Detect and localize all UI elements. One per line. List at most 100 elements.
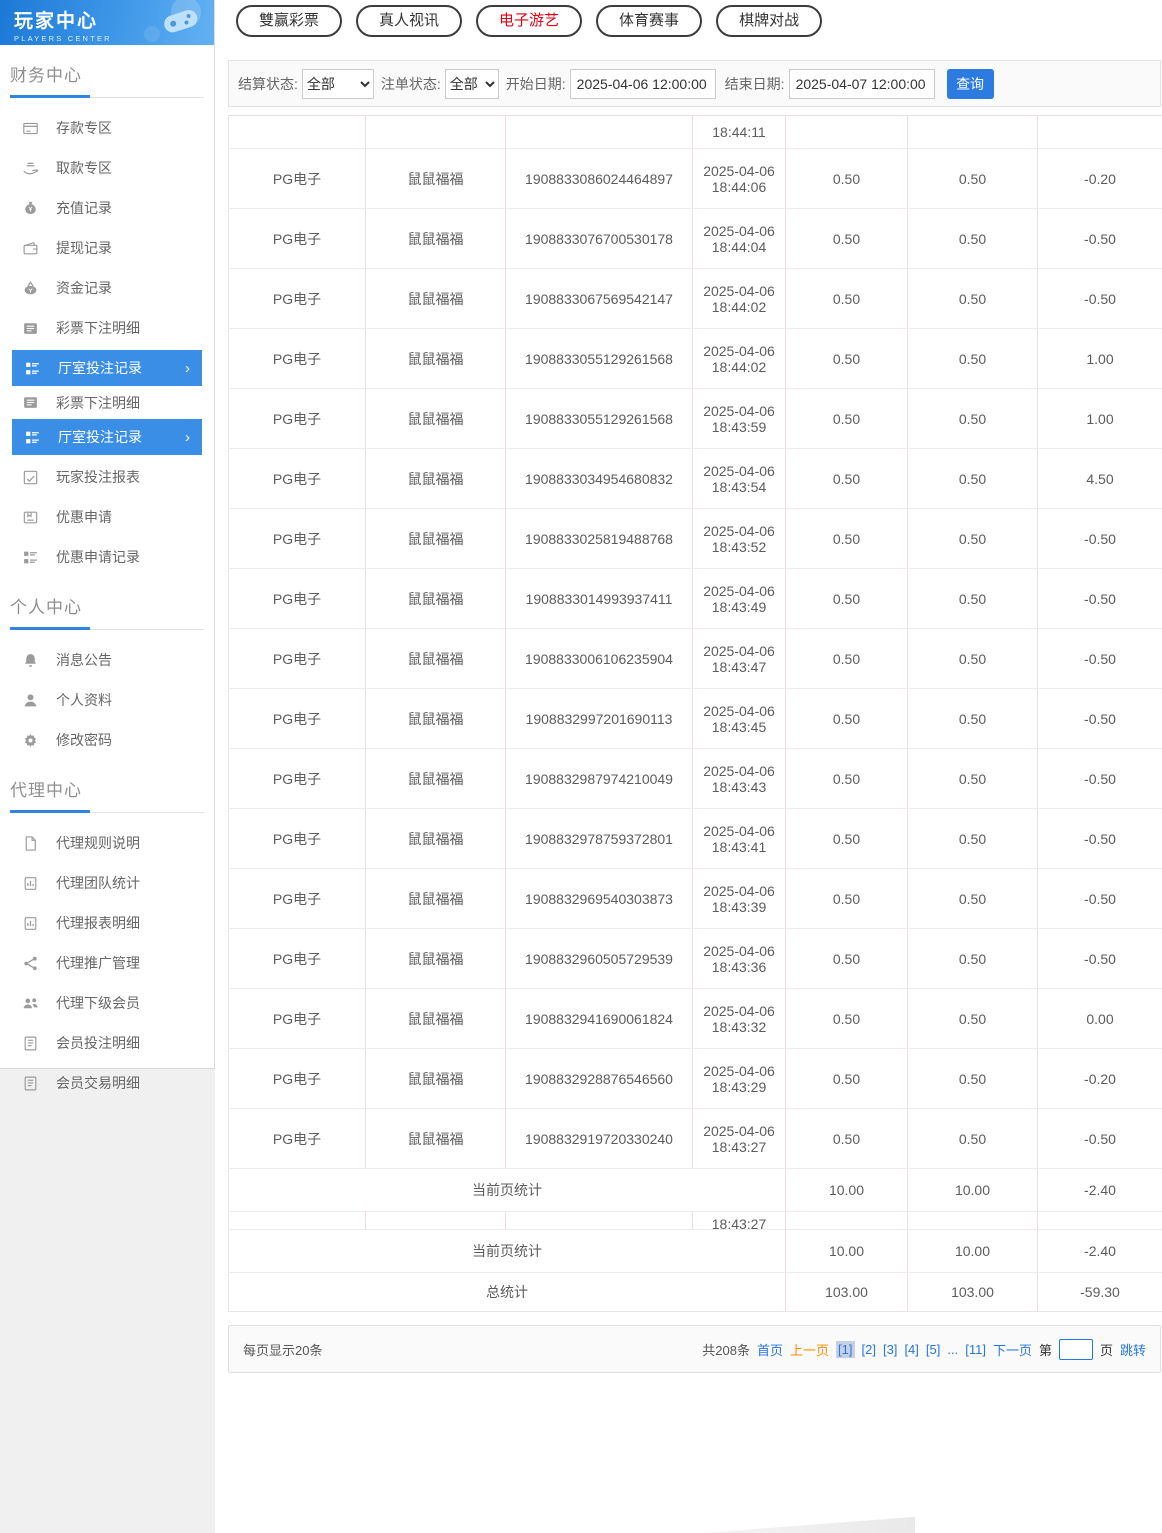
sidebar-item-fund-records[interactable]: 资金记录	[0, 268, 214, 308]
cell-profit: -0.20	[1038, 1049, 1162, 1109]
cell-order: 1908832978759372801	[506, 809, 693, 869]
cell-order	[506, 116, 693, 149]
cell-time: 2025-04-0618:43:49	[693, 569, 786, 629]
cell-time: 2025-04-0618:43:32	[693, 989, 786, 1049]
report-fold-icon	[22, 915, 39, 932]
page-link[interactable]: [2]	[862, 1342, 876, 1357]
cell-time: 2025-04-0618:43:36	[693, 929, 786, 989]
tab-lottery[interactable]: 雙赢彩票	[236, 5, 342, 37]
cell-profit: -0.50	[1038, 269, 1162, 329]
sidebar-item-promo-apply[interactable]: 优惠申请	[0, 497, 214, 537]
hand-money-icon	[22, 160, 39, 177]
prev-page-link[interactable]: 上一页	[790, 1340, 829, 1359]
cell-valid: 0.50	[908, 389, 1038, 449]
cell-valid	[908, 1212, 1038, 1230]
page-link[interactable]: [11]	[965, 1342, 986, 1357]
bet-time: 18:43:27	[693, 1139, 785, 1155]
sidebar-item-member-transactions[interactable]: 会员交易明细	[0, 1063, 214, 1103]
cell-time: 2025-04-0618:43:47	[693, 629, 786, 689]
table-row: PG电子鼠鼠福福19088329605057295392025-04-0618:…	[229, 929, 1162, 989]
table-row: PG电子鼠鼠福福19088330349546808322025-04-0618:…	[229, 449, 1162, 509]
sidebar-item-agent-report-details[interactable]: 代理报表明细	[0, 903, 214, 943]
total-summary-row-profit: -59.30	[1038, 1273, 1162, 1312]
cell-game: 鼠鼠福福	[366, 869, 506, 929]
search-button[interactable]: 查询	[947, 69, 994, 99]
start-date-input[interactable]	[570, 69, 716, 99]
sidebar-item-agent-rules[interactable]: 代理规则说明	[0, 823, 214, 863]
coin-purse-icon	[22, 280, 39, 297]
sidebar-item-agent-team-stats[interactable]: 代理团队统计	[0, 863, 214, 903]
order-status-select[interactable]: 全部	[445, 69, 499, 99]
settle-status-select[interactable]: 全部	[302, 69, 374, 99]
table-row: PG电子鼠鼠福福19088330061062359042025-04-0618:…	[229, 629, 1162, 689]
sidebar-item-label: 彩票下注明细	[56, 393, 140, 413]
sidebar-item-agent-sub-members[interactable]: 代理下级会员	[0, 983, 214, 1023]
next-page-link[interactable]: 下一页	[993, 1340, 1032, 1359]
first-page-link[interactable]: 首页	[757, 1340, 783, 1359]
bet-time: 18:44:04	[693, 239, 785, 255]
page-link[interactable]: [4]	[904, 1342, 918, 1357]
bet-time: 18:43:41	[693, 839, 785, 855]
tab-sports[interactable]: 体育赛事	[596, 5, 702, 37]
sidebar-item-profile[interactable]: 个人资料	[0, 680, 214, 720]
org-list-icon	[24, 429, 41, 446]
cell-profit: -0.50	[1038, 869, 1162, 929]
table-row: PG电子鼠鼠福福19088330675695421472025-04-0618:…	[229, 269, 1162, 329]
bet-date: 2025-04-06	[693, 223, 785, 239]
sidebar-item-hall-bet-records[interactable]: 厅室投注记录›	[12, 350, 202, 386]
cell-platform: PG电子	[229, 569, 366, 629]
cell-profit: -0.50	[1038, 809, 1162, 869]
cell-order: 1908832969540303873	[506, 869, 693, 929]
jump-page-input[interactable]	[1059, 1339, 1093, 1360]
cell-bet: 0.50	[786, 269, 908, 329]
gear-icon	[22, 732, 39, 749]
cell-bet: 0.50	[786, 629, 908, 689]
cell-platform: PG电子	[229, 749, 366, 809]
card-icon	[22, 120, 39, 137]
people-icon	[22, 995, 39, 1012]
cell-bet: 0.50	[786, 929, 908, 989]
cell-platform: PG电子	[229, 1049, 366, 1109]
cell-game: 鼠鼠福福	[366, 809, 506, 869]
bet-time: 18:43:59	[693, 419, 785, 435]
jump-button[interactable]: 跳转	[1120, 1340, 1146, 1359]
section-underline	[10, 95, 204, 98]
tab-live-video[interactable]: 真人视讯	[356, 5, 462, 37]
cell-game: 鼠鼠福福	[366, 389, 506, 449]
sidebar-item-lottery-bet-details-2[interactable]: 彩票下注明细	[0, 388, 214, 417]
sidebar-item-player-bet-report[interactable]: 玩家投注报表	[0, 457, 214, 497]
table-row: PG电子鼠鼠福福19088330149939374112025-04-0618:…	[229, 569, 1162, 629]
bet-date: 2025-04-06	[693, 763, 785, 779]
sidebar-item-recharge-records[interactable]: 充值记录	[0, 188, 214, 228]
page-summary-row-valid: 10.00	[908, 1169, 1038, 1212]
cell-order: 1908832941690061824	[506, 989, 693, 1049]
page-link[interactable]: [3]	[883, 1342, 897, 1357]
table-row: PG电子鼠鼠福福19088329972016901132025-04-0618:…	[229, 689, 1162, 749]
sidebar-item-agent-promotion[interactable]: 代理推广管理	[0, 943, 214, 983]
cell-platform: PG电子	[229, 509, 366, 569]
sidebar-item-messages[interactable]: 消息公告	[0, 640, 214, 680]
tab-slots[interactable]: 电子游艺	[476, 5, 582, 37]
bet-time: 18:44:02	[693, 359, 785, 375]
sidebar-item-label: 厅室投注记录	[58, 358, 142, 378]
sidebar-item-member-bet-details[interactable]: 会员投注明细	[0, 1023, 214, 1063]
sidebar-item-deposit-zone[interactable]: 存款专区	[0, 108, 214, 148]
sidebar-item-withdraw-records[interactable]: 提现记录	[0, 228, 214, 268]
sidebar-item-change-password[interactable]: 修改密码	[0, 720, 214, 760]
page-link-current[interactable]: [1]	[836, 1341, 854, 1358]
tab-board-games[interactable]: 棋牌对战	[716, 5, 822, 37]
page-link[interactable]: [5]	[926, 1342, 940, 1357]
table-row: PG电子鼠鼠福福19088329197203302402025-04-0618:…	[229, 1109, 1162, 1169]
report-edit-icon	[22, 469, 39, 486]
bet-time: 18:43:47	[693, 659, 785, 675]
end-date-input[interactable]	[789, 69, 935, 99]
sidebar-item-hall-bet-records-2[interactable]: 厅室投注记录›	[12, 419, 202, 455]
cell-platform: PG电子	[229, 1109, 366, 1169]
table-row: PG电子鼠鼠福福19088329695403038732025-04-0618:…	[229, 869, 1162, 929]
sidebar-item-promo-apply-records[interactable]: 优惠申请记录	[0, 537, 214, 577]
sidebar-item-lottery-bet-details[interactable]: 彩票下注明细	[0, 308, 214, 348]
sidebar-section: 个人中心消息公告个人资料修改密码	[0, 593, 214, 760]
sidebar-item-withdraw-zone[interactable]: 取款专区	[0, 148, 214, 188]
bet-time: 18:43:36	[693, 959, 785, 975]
sidebar-item-label: 代理下级会员	[56, 993, 140, 1013]
